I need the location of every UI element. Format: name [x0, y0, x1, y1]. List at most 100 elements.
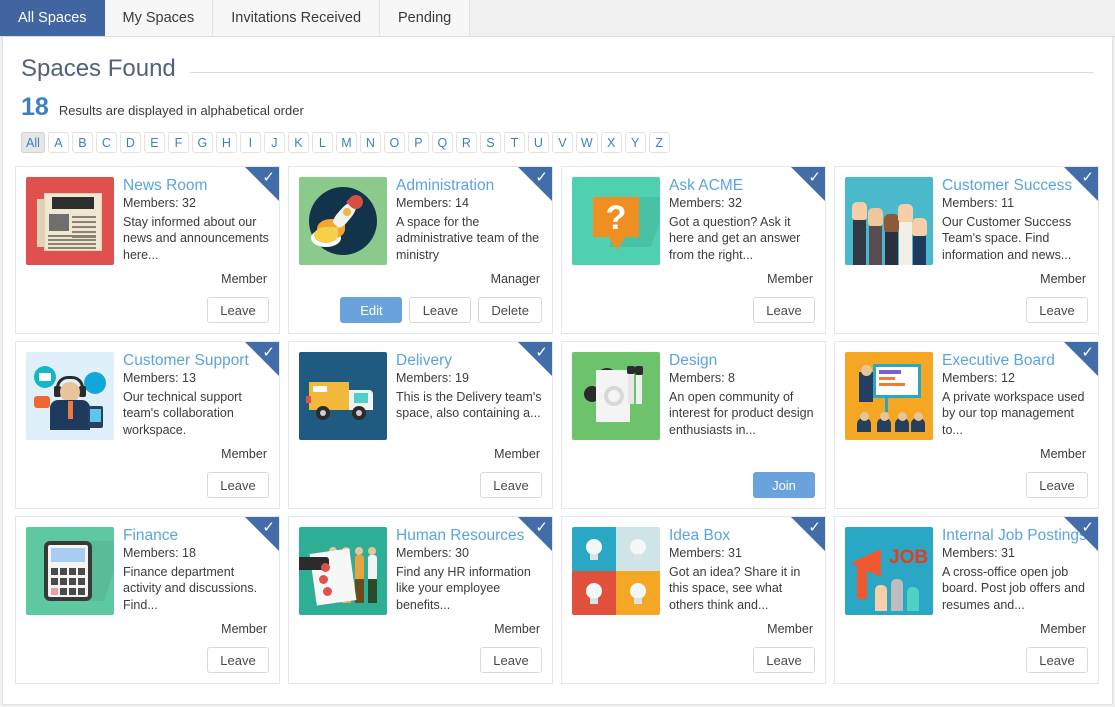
- card-body: AdministrationMembers: 14A space for the…: [289, 167, 552, 265]
- alpha-filter-b[interactable]: B: [72, 132, 93, 153]
- role-label: Member: [221, 447, 267, 461]
- leave-button[interactable]: Leave: [409, 297, 471, 323]
- alpha-filter-d[interactable]: D: [120, 132, 141, 153]
- alpha-filter-q[interactable]: Q: [432, 132, 453, 153]
- space-card[interactable]: DeliveryMembers: 19This is the Delivery …: [288, 341, 553, 509]
- alpha-filter-y[interactable]: Y: [625, 132, 646, 153]
- space-card[interactable]: Human ResourcesMembers: 30Find any HR in…: [288, 516, 553, 684]
- clipboard-people-icon: [299, 527, 387, 615]
- space-title-link[interactable]: Design: [669, 352, 815, 369]
- delete-button[interactable]: Delete: [478, 297, 542, 323]
- tab-bar: All SpacesMy SpacesInvitations ReceivedP…: [0, 0, 1115, 37]
- leave-button[interactable]: Leave: [1026, 647, 1088, 673]
- alpha-filter-r[interactable]: R: [456, 132, 477, 153]
- alpha-filter-f[interactable]: F: [168, 132, 189, 153]
- check-icon: ✓: [808, 170, 821, 185]
- card-actions: Leave: [1026, 472, 1088, 498]
- alpha-filter-m[interactable]: M: [336, 132, 357, 153]
- alpha-filter-h[interactable]: H: [216, 132, 237, 153]
- card-actions: Leave: [1026, 647, 1088, 673]
- tab-invitations-received[interactable]: Invitations Received: [213, 0, 380, 36]
- role-label: Manager: [491, 272, 540, 286]
- space-card[interactable]: Customer SupportMembers: 13Our technical…: [15, 341, 280, 509]
- space-card[interactable]: Executive BoardMembers: 12A private work…: [834, 341, 1099, 509]
- leave-button[interactable]: Leave: [207, 647, 269, 673]
- space-card[interactable]: ?Ask ACMEMembers: 32Got a question? Ask …: [561, 166, 826, 334]
- card-body: FinanceMembers: 18Finance department act…: [16, 517, 279, 615]
- alpha-filter-k[interactable]: K: [288, 132, 309, 153]
- alpha-filter-l[interactable]: L: [312, 132, 333, 153]
- alpha-filter-z[interactable]: Z: [649, 132, 670, 153]
- alpha-filter-o[interactable]: O: [384, 132, 405, 153]
- leave-button[interactable]: Leave: [207, 472, 269, 498]
- alpha-filter-c[interactable]: C: [96, 132, 117, 153]
- alpha-filter-t[interactable]: T: [504, 132, 525, 153]
- space-card[interactable]: Customer SuccessMembers: 11Our Customer …: [834, 166, 1099, 334]
- joined-ribbon: ✓: [1064, 167, 1098, 201]
- card-actions: Leave: [753, 647, 815, 673]
- alpha-filter-j[interactable]: J: [264, 132, 285, 153]
- leave-button[interactable]: Leave: [1026, 472, 1088, 498]
- leave-button[interactable]: Leave: [207, 297, 269, 323]
- joined-ribbon: ✓: [245, 342, 279, 376]
- alpha-filter-p[interactable]: P: [408, 132, 429, 153]
- role-label: Member: [1040, 447, 1086, 461]
- alpha-filter-w[interactable]: W: [576, 132, 598, 153]
- alpha-filter-s[interactable]: S: [480, 132, 501, 153]
- card-actions: Join: [753, 472, 815, 498]
- result-description: Results are displayed in alphabetical or…: [59, 103, 304, 118]
- leave-button[interactable]: Leave: [753, 297, 815, 323]
- leave-button[interactable]: Leave: [753, 647, 815, 673]
- card-body: DeliveryMembers: 19This is the Delivery …: [289, 342, 552, 440]
- tab-all-spaces[interactable]: All Spaces: [0, 0, 105, 36]
- role-label: Member: [767, 622, 813, 636]
- space-card[interactable]: DesignMembers: 8 An open community of int…: [561, 341, 826, 509]
- alpha-filter-x[interactable]: X: [601, 132, 622, 153]
- alpha-filter-all[interactable]: All: [21, 132, 45, 153]
- leave-button[interactable]: Leave: [1026, 297, 1088, 323]
- lightbulb-grid-icon: [572, 527, 660, 615]
- joined-ribbon: ✓: [245, 517, 279, 551]
- space-card[interactable]: FinanceMembers: 18Finance department act…: [15, 516, 280, 684]
- card-body: Customer SuccessMembers: 11Our Customer …: [835, 167, 1098, 265]
- leave-button[interactable]: Leave: [480, 647, 542, 673]
- result-count: 18: [21, 95, 49, 120]
- space-card[interactable]: Idea BoxMembers: 31Got an idea? Share it…: [561, 516, 826, 684]
- member-count: Members: 8: [669, 370, 815, 386]
- check-icon: ✓: [1081, 345, 1094, 360]
- alpha-filter-g[interactable]: G: [192, 132, 213, 153]
- alpha-filter-u[interactable]: U: [528, 132, 549, 153]
- leave-button[interactable]: Leave: [480, 472, 542, 498]
- space-card[interactable]: News RoomMembers: 32Stay informed about …: [15, 166, 280, 334]
- join-button[interactable]: Join: [753, 472, 815, 498]
- card-actions: Edit Leave Delete: [340, 297, 542, 323]
- role-label: Member: [494, 447, 540, 461]
- alpha-filter-a[interactable]: A: [48, 132, 69, 153]
- results-summary: 18 Results are displayed in alphabetical…: [3, 83, 1112, 120]
- check-icon: ✓: [262, 345, 275, 360]
- alpha-filter-e[interactable]: E: [144, 132, 165, 153]
- header-divider: [190, 72, 1094, 73]
- role-label: Member: [221, 622, 267, 636]
- space-description: An open community of interest for produc…: [669, 389, 815, 439]
- alpha-filter-i[interactable]: I: [240, 132, 261, 153]
- space-card[interactable]: JOBInternal Job PostingsMembers: 31A cro…: [834, 516, 1099, 684]
- spaces-grid: News RoomMembers: 32Stay informed about …: [3, 153, 1112, 684]
- check-icon: ✓: [535, 345, 548, 360]
- card-body: Customer SupportMembers: 13Our technical…: [16, 342, 279, 440]
- alpha-filter-n[interactable]: N: [360, 132, 381, 153]
- design-tools-icon: [572, 352, 660, 440]
- edit-button[interactable]: Edit: [340, 297, 402, 323]
- tab-my-spaces[interactable]: My Spaces: [105, 0, 214, 36]
- check-icon: ✓: [535, 170, 548, 185]
- alphabet-filter: AllABCDEFGHIJKLMNOPQRSTUVWXYZ: [3, 120, 1112, 153]
- card-info: DesignMembers: 8 An open community of int…: [669, 352, 815, 440]
- card-actions: Leave: [480, 647, 542, 673]
- tab-pending[interactable]: Pending: [380, 0, 470, 36]
- space-description: A space for the administrative team of t…: [396, 214, 542, 264]
- thumbs-up-icon: [845, 177, 933, 265]
- rocket-icon: [299, 177, 387, 265]
- space-card[interactable]: AdministrationMembers: 14A space for the…: [288, 166, 553, 334]
- check-icon: ✓: [1081, 520, 1094, 535]
- alpha-filter-v[interactable]: V: [552, 132, 573, 153]
